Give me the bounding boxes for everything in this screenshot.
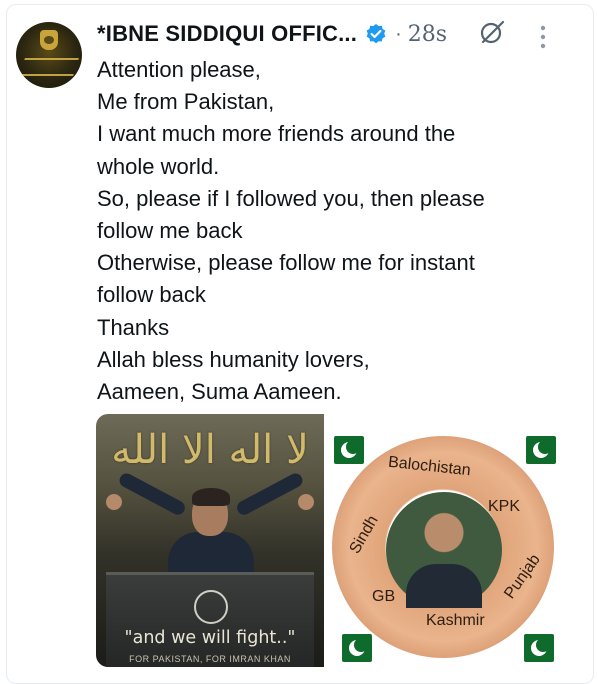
tweet-text-line: Allah bless humanity lovers, — [97, 346, 370, 372]
verified-badge-icon — [366, 24, 386, 44]
tweet-text-line: Attention please, — [97, 57, 261, 82]
tweet-text-line: Otherwise, please follow me for instant — [97, 250, 475, 276]
grok-icon[interactable] — [478, 18, 506, 46]
region-label: GB — [372, 588, 396, 605]
pakistan-flag-icon — [524, 634, 554, 662]
timestamp[interactable]: 28s — [408, 22, 447, 47]
tweet-text-line: Thanks — [97, 314, 170, 340]
avatar-seal-graphic — [40, 30, 58, 50]
image-subcaption: FOR PAKISTAN, FOR IMRAN KHAN — [129, 654, 291, 664]
more-options-icon[interactable] — [536, 24, 550, 50]
tweet-text-line: Aameen, Suma Aameen. — [97, 379, 342, 405]
media-image-provinces[interactable]: Balochistan KPK Sindh Punjab GB Kashmir — [330, 414, 558, 667]
image-caption: "and we will fight.." — [124, 628, 296, 648]
media-image-speech[interactable]: ﻻ ﺍﻟﻪ ﺍﻻ ﺍﻟﻠﻪ "and we will fight.." FOR … — [96, 414, 324, 667]
speaker-hand-graphic — [106, 494, 122, 510]
tweet-media: ﻻ ﺍﻟﻪ ﺍﻻ ﺍﻟﻠﻪ "and we will fight.." FOR … — [96, 414, 558, 667]
region-label: KPK — [488, 498, 521, 515]
avatar-script-graphic — [19, 58, 79, 76]
author-avatar[interactable] — [16, 22, 82, 88]
pakistan-flag-icon — [526, 436, 556, 464]
tweet-text-line: Me from Pakistan, — [97, 89, 275, 115]
pakistan-flag-icon — [334, 436, 364, 464]
speaker-hand-graphic — [298, 494, 314, 510]
tweet-text: Attention please, Me from Pakistan, I wa… — [97, 54, 567, 408]
un-emblem-icon — [194, 590, 228, 624]
tweet-text-line: So, please if I followed you, then pleas… — [97, 185, 485, 211]
tweet-text-line: I want much more friends around the — [97, 121, 456, 147]
region-label: Kashmir — [426, 612, 485, 629]
tweet-text-line: whole world. — [97, 153, 220, 179]
tweet-text-line: follow back — [97, 282, 206, 308]
speaker-hair-graphic — [192, 488, 230, 506]
author-name[interactable]: *IBNE SIDDIQUI OFFIC... — [97, 21, 357, 47]
pakistan-flag-icon — [342, 634, 372, 662]
header-separator: · — [395, 22, 402, 45]
tweet-header: *IBNE SIDDIQUI OFFIC... · 28s — [97, 18, 447, 50]
tweet-text-line: follow me back — [97, 218, 243, 244]
arabic-banner-graphic: ﻻ ﺍﻟﻪ ﺍﻻ ﺍﻟﻠﻪ — [111, 427, 311, 473]
portrait-suit-graphic — [406, 564, 482, 608]
